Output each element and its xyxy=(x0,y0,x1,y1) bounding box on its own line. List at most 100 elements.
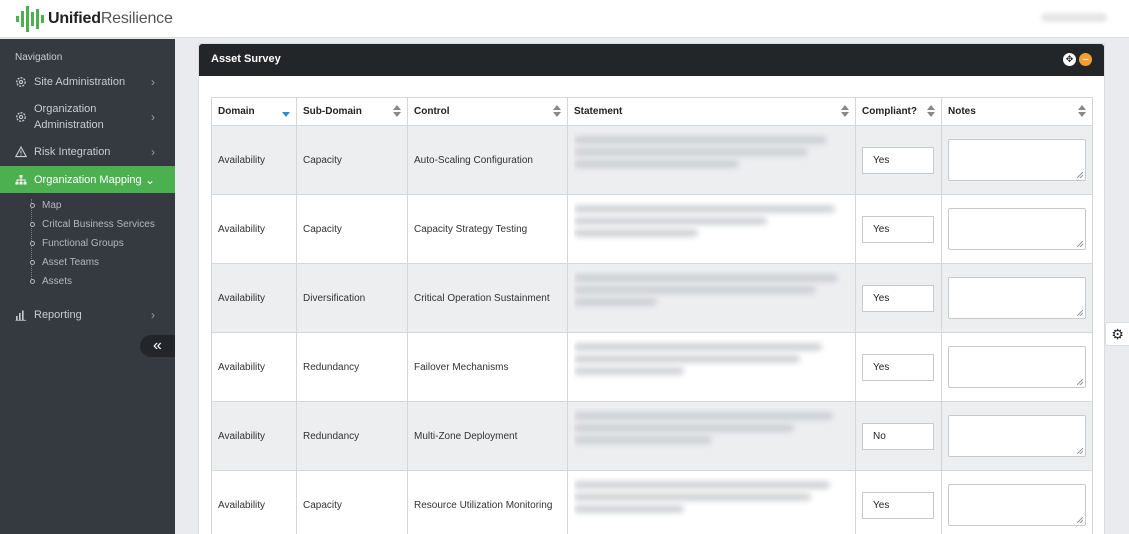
cell-compliant: Yes xyxy=(855,470,942,534)
sidebar-item-label: Reporting xyxy=(34,309,82,321)
brand-logo[interactable]: UnifiedResilience xyxy=(16,5,173,33)
cell-control: Capacity Strategy Testing xyxy=(407,194,568,264)
column-header-sub-domain[interactable]: Sub-Domain xyxy=(296,97,408,126)
cell-statement xyxy=(567,470,856,534)
sort-icon xyxy=(393,105,401,117)
cell-control: Failover Mechanisms xyxy=(407,332,568,402)
cell-sub-domain: Redundancy xyxy=(296,332,408,402)
column-header-control[interactable]: Control xyxy=(407,97,568,126)
compliant-select[interactable]: Yes xyxy=(862,146,934,174)
move-icon[interactable]: ✥ xyxy=(1063,53,1076,66)
gear-icon: ⚙ xyxy=(1111,325,1124,342)
statement-redacted xyxy=(574,477,849,533)
cell-domain: Availability xyxy=(211,125,297,195)
minimize-icon[interactable]: – xyxy=(1079,53,1092,66)
compliant-select[interactable]: Yes xyxy=(862,491,934,519)
cell-notes xyxy=(941,125,1093,195)
cell-control: Multi-Zone Deployment xyxy=(407,401,568,471)
notes-textarea[interactable] xyxy=(948,415,1086,457)
double-chevron-left-icon: « xyxy=(153,337,162,354)
brand-name-bold: Unified xyxy=(48,10,101,27)
sidebar-subitem-assets[interactable]: Assets xyxy=(30,276,72,287)
cell-domain: Availability xyxy=(211,401,297,471)
cell-sub-domain: Capacity xyxy=(296,470,408,534)
settings-toggle-button[interactable]: ⚙ xyxy=(1105,322,1129,346)
column-header-statement[interactable]: Statement xyxy=(567,97,856,126)
sort-icon xyxy=(1078,105,1086,117)
sidebar-item-organization-administration[interactable]: Organization Administration › xyxy=(0,101,175,133)
compliant-select[interactable]: Yes xyxy=(862,284,934,312)
sort-icon xyxy=(553,105,561,117)
compliant-select[interactable]: Yes xyxy=(862,353,934,381)
chevron-right-icon: › xyxy=(151,110,155,124)
statement-redacted xyxy=(574,201,849,257)
notes-textarea[interactable] xyxy=(948,277,1086,319)
card-title: Asset Survey xyxy=(211,53,281,65)
cell-statement xyxy=(567,332,856,402)
cell-domain: Availability xyxy=(211,332,297,402)
sidebar-item-organization-mapping[interactable]: Organization Mapping ⌄ xyxy=(0,166,175,193)
subitem-label: Asset Teams xyxy=(42,257,100,268)
cell-notes xyxy=(941,401,1093,471)
cell-sub-domain: Diversification xyxy=(296,263,408,333)
cell-compliant: Yes xyxy=(855,263,942,333)
sidebar-subitem-map[interactable]: Map xyxy=(30,200,61,211)
cell-compliant: Yes xyxy=(855,332,942,402)
user-menu[interactable] xyxy=(1041,13,1107,22)
sort-icon xyxy=(841,105,849,117)
column-header-compliant[interactable]: Compliant? xyxy=(855,97,942,126)
notes-textarea[interactable] xyxy=(948,208,1086,250)
column-header-domain[interactable]: Domain xyxy=(211,97,297,126)
table-row: Availability Redundancy Multi-Zone Deplo… xyxy=(211,401,1093,471)
sidebar-item-label: Organization Mapping xyxy=(34,173,142,186)
sidebar-item-site-administration[interactable]: Site Administration › xyxy=(0,73,175,91)
cell-statement xyxy=(567,401,856,471)
sidebar-subitem-functional-groups[interactable]: Functional Groups xyxy=(30,238,124,249)
table-row: Availability Capacity Capacity Strategy … xyxy=(211,194,1093,264)
compliant-select[interactable]: No xyxy=(862,422,934,450)
cell-notes xyxy=(941,263,1093,333)
chevron-right-icon: › xyxy=(151,308,155,322)
nav-heading: Navigation xyxy=(15,52,63,63)
cell-control: Auto-Scaling Configuration xyxy=(407,125,568,195)
cell-sub-domain: Capacity xyxy=(296,194,408,264)
logo-bars-icon xyxy=(16,6,44,32)
notes-textarea[interactable] xyxy=(948,346,1086,388)
gear-icon xyxy=(14,76,27,89)
chevron-right-icon: › xyxy=(151,75,155,89)
sidebar-item-label: Organization Administration xyxy=(34,103,104,131)
sidebar-collapse-button[interactable]: « xyxy=(140,335,175,357)
notes-textarea[interactable] xyxy=(948,484,1086,526)
sidebar-subitem-asset-teams[interactable]: Asset Teams xyxy=(30,257,99,268)
sidebar-item-reporting[interactable]: Reporting › xyxy=(0,306,175,324)
subitem-label: Map xyxy=(42,200,62,211)
cell-compliant: Yes xyxy=(855,194,942,264)
table-header-row: Domain Sub-Domain Control Statement Comp… xyxy=(211,97,1093,126)
sort-desc-icon xyxy=(282,105,290,117)
top-header: UnifiedResilience xyxy=(0,0,1129,38)
column-header-notes[interactable]: Notes xyxy=(941,97,1093,126)
sidebar: Navigation Site Administration › Organiz… xyxy=(0,39,175,534)
sidebar-subitem-critical-business-services[interactable]: Critcal Business Services xyxy=(30,219,155,230)
compliant-select[interactable]: Yes xyxy=(862,215,934,243)
subitem-label: Assets xyxy=(42,276,73,287)
cell-statement xyxy=(567,263,856,333)
cell-domain: Availability xyxy=(211,263,297,333)
subitem-label: Functional Groups xyxy=(42,238,124,249)
cell-notes xyxy=(941,194,1093,264)
bullet-icon xyxy=(30,203,35,208)
bullet-icon xyxy=(30,260,35,265)
bar-chart-icon xyxy=(14,309,27,322)
cell-control: Critical Operation Sustainment xyxy=(407,263,568,333)
statement-redacted xyxy=(574,339,849,395)
sidebar-item-label: Risk Integration xyxy=(34,146,111,158)
sidebar-item-risk-integration[interactable]: Risk Integration › xyxy=(0,143,175,161)
notes-textarea[interactable] xyxy=(948,139,1086,181)
table-row: Availability Diversification Critical Op… xyxy=(211,263,1093,333)
statement-redacted xyxy=(574,132,849,188)
table-row: Availability Redundancy Failover Mechani… xyxy=(211,332,1093,402)
cell-compliant: Yes xyxy=(855,125,942,195)
survey-table: Domain Sub-Domain Control Statement Comp… xyxy=(211,97,1093,534)
warning-icon xyxy=(14,146,27,159)
cell-statement xyxy=(567,194,856,264)
